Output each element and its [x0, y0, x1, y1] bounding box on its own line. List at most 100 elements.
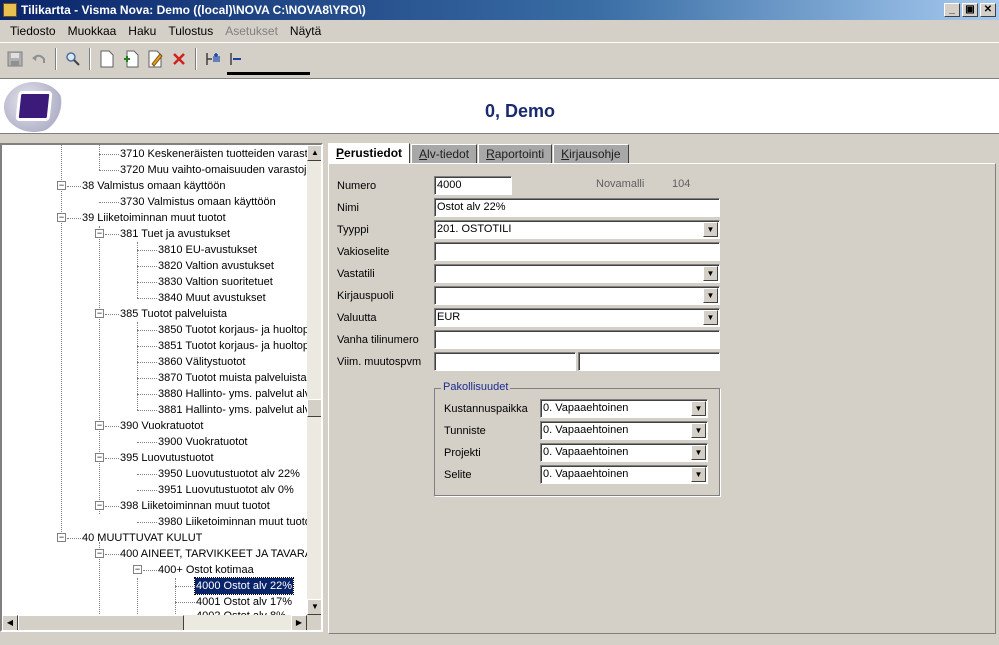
minimize-button[interactable]: _	[944, 3, 960, 17]
tab-kirjausohje[interactable]: Kirjausohje	[553, 144, 629, 163]
tab-alv-tiedot[interactable]: Alv-tiedot	[411, 144, 478, 163]
menu-nayta[interactable]: Näytä	[284, 22, 327, 40]
tree-item[interactable]: 3860 Välitystuotot	[137, 354, 246, 370]
tree-item[interactable]: 3951 Luovutustuotot alv 0%	[137, 482, 295, 498]
tree-item[interactable]: 3730 Valmistus omaan käyttöön	[99, 194, 277, 210]
tree-item-selected[interactable]: 4000 Ostot alv 22%	[175, 577, 295, 595]
tree-item[interactable]: 3820 Valtion avustukset	[137, 258, 275, 274]
tree-item[interactable]: −395 Luovutustuotot	[95, 450, 215, 466]
chevron-down-icon[interactable]: ▼	[691, 445, 706, 460]
tree-item[interactable]: 3830 Valtion suoritetuet	[137, 274, 274, 290]
collapse-icon[interactable]: −	[95, 229, 104, 238]
chevron-down-icon[interactable]: ▼	[691, 423, 706, 438]
menu-muokkaa[interactable]: Muokkaa	[62, 22, 123, 40]
kustannuspaikka-select[interactable]: 0. Vapaaehtoinen ▼	[540, 399, 708, 418]
nimi-label: Nimi	[337, 202, 359, 214]
new-document-icon[interactable]	[95, 47, 119, 71]
collapse-icon[interactable]: −	[95, 421, 104, 430]
tyyppi-select[interactable]: 201. OSTOTILI ▼	[434, 220, 720, 239]
tree-guide	[99, 226, 100, 514]
viim-muutospvm-date[interactable]	[434, 352, 576, 371]
delete-icon[interactable]	[167, 47, 191, 71]
tree-item[interactable]: −398 Liiketoiminnan muut tuotot	[95, 498, 271, 514]
tree-item[interactable]: 3850 Tuotot korjaus- ja huoltopa	[137, 322, 316, 338]
scrollbar-corner	[307, 615, 321, 630]
tree-item[interactable]: −400 AINEET, TARVIKKEET JA TAVARA	[95, 546, 313, 562]
menu-tulostus[interactable]: Tulostus	[162, 22, 219, 40]
scroll-thumb[interactable]	[307, 399, 321, 417]
tree-item[interactable]: 3980 Liiketoiminnan muut tuotot	[137, 514, 315, 530]
tunniste-label: Tunniste	[444, 425, 486, 437]
tree-item[interactable]: 3950 Luovutustuotot alv 22%	[137, 466, 301, 482]
toolbar-separator	[55, 47, 57, 70]
collapse-icon[interactable]: −	[95, 309, 104, 318]
projekti-select[interactable]: 0. Vapaaehtoinen ▼	[540, 443, 708, 462]
vakioselite-input[interactable]	[434, 242, 720, 261]
tunniste-select[interactable]: 0. Vapaaehtoinen ▼	[540, 421, 708, 440]
tree-item[interactable]: 3870 Tuotot muista palveluista	[137, 370, 308, 386]
collapse-icon[interactable]: −	[95, 501, 104, 510]
save-icon[interactable]	[3, 47, 27, 71]
scroll-down-icon[interactable]: ▼	[307, 599, 321, 615]
scroll-left-icon[interactable]: ◀	[2, 615, 18, 630]
kirjauspuoli-select[interactable]: ▼	[434, 286, 720, 305]
collapse-icon[interactable]: −	[57, 181, 66, 190]
collapse-icon[interactable]: −	[133, 565, 142, 574]
window-title: Tilikartta - Visma Nova: Demo ((local)\N…	[21, 3, 366, 17]
tab-raportointi[interactable]: Raportointi	[478, 144, 553, 163]
chevron-down-icon[interactable]: ▼	[703, 222, 718, 237]
collapse-icon[interactable]: −	[57, 533, 66, 542]
tree-expand-icon[interactable]	[201, 47, 225, 71]
tree-item[interactable]: 3840 Muut avustukset	[137, 290, 267, 306]
collapse-icon[interactable]: −	[57, 213, 66, 222]
chevron-down-icon[interactable]: ▼	[703, 310, 718, 325]
tree-item[interactable]: 3810 EU-avustukset	[137, 242, 258, 258]
selite-select[interactable]: 0. Vapaaehtoinen ▼	[540, 465, 708, 484]
edit-icon[interactable]	[143, 47, 167, 71]
company-name: 0, Demo	[484, 101, 556, 121]
collapse-icon[interactable]: −	[95, 453, 104, 462]
tree-collapse-icon[interactable]	[225, 47, 249, 71]
tree-vertical-scrollbar[interactable]: ▲ ▼	[307, 145, 321, 615]
tree-item[interactable]: −38 Valmistus omaan käyttöön	[57, 178, 226, 194]
tab-perustiedot[interactable]: Perustiedot	[328, 143, 411, 163]
vanha-tilinumero-label: Vanha tilinumero	[337, 334, 419, 346]
maximize-button[interactable]: ▣	[962, 3, 978, 17]
valuutta-label: Valuutta	[337, 312, 377, 324]
tree-item[interactable]: 3880 Hallinto- yms. palvelut alv	[137, 386, 311, 402]
tree-item[interactable]: −381 Tuet ja avustukset	[95, 226, 231, 242]
tree-item[interactable]: −39 Liiketoiminnan muut tuotot	[57, 210, 227, 226]
tree-item[interactable]: 3720 Muu vaihto-omaisuuden varastojen	[99, 162, 320, 178]
viim-muutospvm-time[interactable]	[578, 352, 720, 371]
scroll-right-icon[interactable]: ▶	[291, 615, 307, 630]
search-icon[interactable]	[61, 47, 85, 71]
tree-horizontal-scrollbar[interactable]: ◀ ▶	[2, 615, 307, 630]
numero-input[interactable]: 4000	[434, 176, 512, 195]
valuutta-select[interactable]: EUR ▼	[434, 308, 720, 327]
toolbar	[0, 42, 999, 74]
chevron-down-icon[interactable]: ▼	[691, 467, 706, 482]
tree-item[interactable]: −40 MUUTTUVAT KULUT	[57, 530, 203, 546]
tree-item[interactable]: 3881 Hallinto- yms. palvelut alv	[137, 402, 311, 418]
collapse-icon[interactable]: −	[95, 549, 104, 558]
tree-item[interactable]: 3900 Vuokratuotot	[137, 434, 249, 450]
scroll-up-icon[interactable]: ▲	[307, 145, 321, 161]
add-document-icon[interactable]	[119, 47, 143, 71]
tree-item[interactable]: 3710 Keskeneräisten tuotteiden varasto	[99, 146, 315, 162]
menu-haku[interactable]: Haku	[122, 22, 162, 40]
vastatili-select[interactable]: ▼	[434, 264, 720, 283]
menu-tiedosto[interactable]: Tiedosto	[4, 22, 62, 40]
nimi-input[interactable]: Ostot alv 22%	[434, 198, 720, 217]
undo-icon[interactable]	[27, 47, 51, 71]
vanha-tilinumero-input[interactable]	[434, 330, 720, 349]
close-button[interactable]: ✕	[980, 3, 996, 17]
scroll-thumb[interactable]	[18, 615, 184, 630]
tree-item[interactable]: −400+ Ostot kotimaa	[133, 562, 255, 578]
tree-item[interactable]: 3851 Tuotot korjaus- ja huoltopa	[137, 338, 316, 354]
tree-item[interactable]: −385 Tuotot palveluista	[95, 306, 228, 322]
toolbar-separator	[89, 47, 91, 70]
tree-item[interactable]: −390 Vuokratuotot	[95, 418, 204, 434]
chevron-down-icon[interactable]: ▼	[703, 288, 718, 303]
chevron-down-icon[interactable]: ▼	[703, 266, 718, 281]
chevron-down-icon[interactable]: ▼	[691, 401, 706, 416]
